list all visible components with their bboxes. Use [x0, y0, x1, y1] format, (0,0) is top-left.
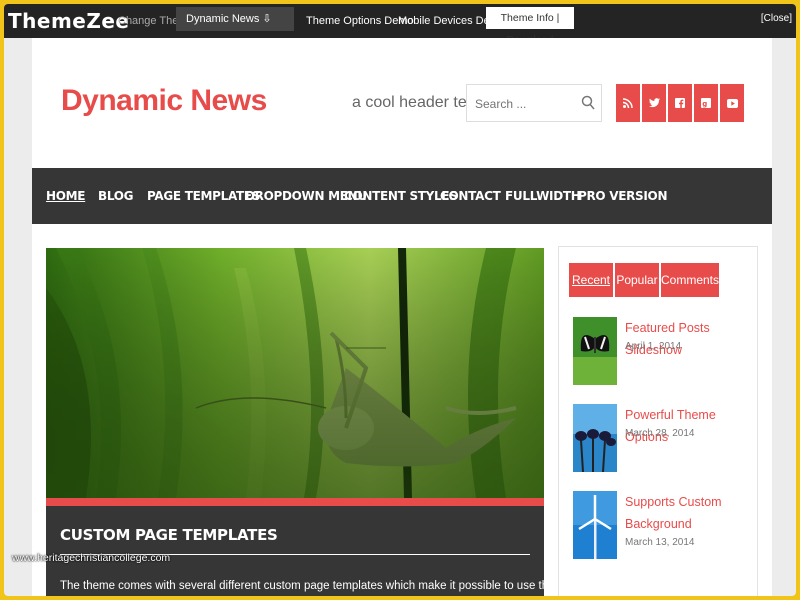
butterfly-thumbnail[interactable] — [573, 317, 617, 385]
featured-image[interactable] — [46, 248, 544, 498]
sidebar-tabs-widget: Recent Popular Comments Featured Posts S… — [558, 246, 758, 596]
main-navigation: HOME BLOG PAGE TEMPLATES DROPDOWN MENU C… — [32, 168, 772, 224]
nav-item-home[interactable]: HOME — [46, 168, 85, 224]
watermark-text: www.heritagechristiancollege.com — [12, 552, 171, 564]
svg-text:g: g — [702, 100, 707, 108]
close-link[interactable]: [Close] — [761, 13, 792, 24]
demo-bar: ThemeZee Change Theme: Dynamic News ⇩ Th… — [4, 4, 796, 46]
header-tagline: a cool header text — [352, 94, 480, 111]
search-box — [466, 84, 602, 122]
post-date: April 1, 2014 — [625, 341, 682, 352]
tab-comments[interactable]: Comments — [661, 263, 719, 297]
featured-post-excerpt: The theme comes with several different c… — [60, 580, 606, 592]
post-date: March 28, 2014 — [625, 428, 695, 439]
tab-recent[interactable]: Recent — [569, 263, 613, 297]
nav-item-page-templates[interactable]: PAGE TEMPLATES — [147, 168, 260, 224]
rss-icon[interactable] — [616, 84, 640, 122]
search-input[interactable] — [473, 93, 577, 115]
theme-select[interactable]: Dynamic News ⇩ — [176, 7, 294, 31]
facebook-icon[interactable] — [668, 84, 692, 122]
nav-item-fullwidth[interactable]: FULLWIDTH — [505, 168, 581, 224]
list-item: Powerful Theme Options March 28, 2014 — [573, 404, 753, 474]
google-plus-icon[interactable]: g — [694, 84, 718, 122]
featured-post-title[interactable]: CUSTOM PAGE TEMPLATES — [60, 526, 278, 544]
post-title[interactable]: Supports Custom Background — [625, 491, 751, 535]
list-item: Featured Posts Slideshow April 1, 2014 — [573, 317, 753, 387]
post-date: March 13, 2014 — [625, 537, 695, 548]
post-title[interactable]: Powerful Theme Options — [625, 404, 751, 448]
youtube-icon[interactable] — [720, 84, 744, 122]
featured-accent-stripe — [46, 498, 544, 506]
featured-post-box: CUSTOM PAGE TEMPLATES The theme comes wi… — [46, 506, 605, 596]
theme-info-download-button[interactable]: Theme Info | Download — [486, 7, 574, 46]
post-title[interactable]: Featured Posts Slideshow — [625, 317, 751, 361]
flowers-thumbnail[interactable] — [573, 404, 617, 472]
site-container: Dynamic News a cool header text g — [32, 38, 772, 596]
list-item: Supports Custom Background March 13, 201… — [573, 491, 753, 561]
nav-item-pro-version[interactable]: PRO VERSION — [578, 168, 668, 224]
grasshopper-photo — [46, 248, 544, 498]
site-title[interactable]: Dynamic News — [61, 84, 267, 118]
browser-frame: ThemeZee Change Theme: Dynamic News ⇩ Th… — [4, 4, 796, 596]
nav-item-blog[interactable]: BLOG — [98, 168, 134, 224]
nav-item-contact[interactable]: CONTACT — [440, 168, 501, 224]
tab-popular[interactable]: Popular — [615, 263, 659, 297]
wind-turbine-thumbnail[interactable] — [573, 491, 617, 559]
twitter-icon[interactable] — [642, 84, 666, 122]
themezee-logo[interactable]: ThemeZee — [8, 9, 129, 33]
search-icon[interactable] — [581, 95, 595, 116]
